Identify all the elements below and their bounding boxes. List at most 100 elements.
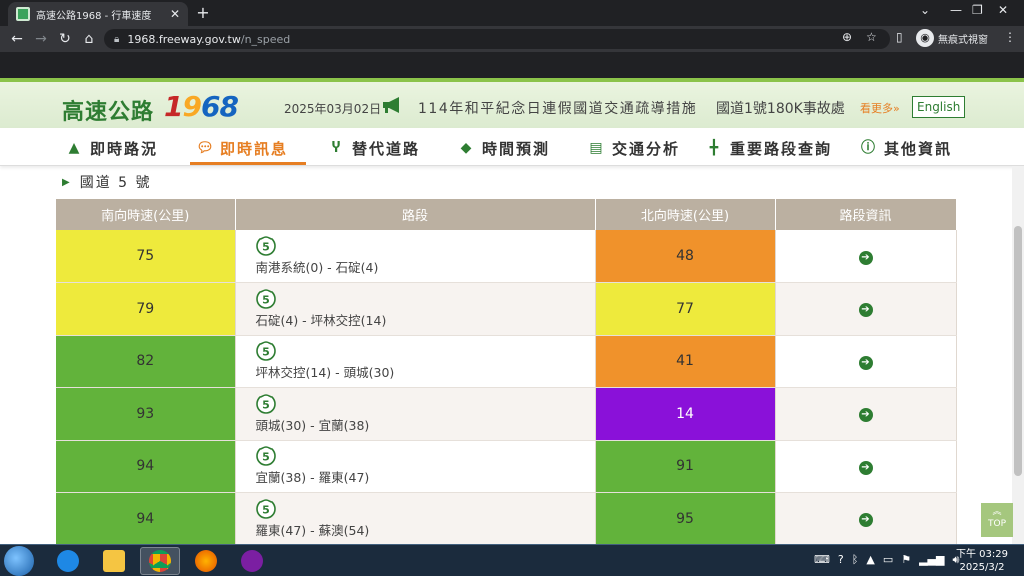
new-tab-icon[interactable]: + [194,3,212,22]
nav-item-time-prediction[interactable]: ◆ 時間預測 [458,136,550,160]
info-icon: ⓘ [861,140,877,156]
table-header-row: 南向時速(公里) 路段 北向時速(公里) 路段資訊 [56,199,957,230]
news-ticker-item[interactable]: 114年和平紀念日連假國道交通疏導措施 [418,98,697,118]
back-icon[interactable]: ← [8,30,26,48]
segment-name: 頭城(30) - 宜蘭(38) [255,417,370,433]
news-date: 2025年03月02日 [284,102,382,116]
close-tab-icon[interactable]: ✕ [170,7,180,21]
segment-name: 坪林交控(14) - 頭城(30) [255,365,395,381]
firefox-icon [195,550,217,572]
arrow-right-circle-icon[interactable]: ➔ [858,355,873,370]
nav-item-traffic-analysis[interactable]: ▤ 交通分析 [588,136,680,160]
south-speed-cell: 79 [56,282,236,336]
home-icon[interactable]: ⌂ [80,30,98,48]
restore-icon[interactable]: ❐ [972,0,983,20]
keyboard-icon[interactable]: ⌨ [814,553,830,567]
more-news-link[interactable]: 看更多» [860,100,900,116]
table-row: 82 5 坪林交控(14) - 頭城(30) 41 ➔ [56,335,957,388]
south-speed-cell: 93 [56,387,236,441]
english-button[interactable]: English [912,96,966,118]
nav-label: 即時路況 [90,139,159,158]
logo-digit: 1 [164,90,184,123]
incognito-profile[interactable]: ◉ 無痕式視窗 [916,29,988,47]
close-window-icon[interactable]: ✕ [998,0,1008,20]
flag-icon[interactable]: ⚑ [901,553,911,567]
browser-tab[interactable]: 高速公路1968 - 行車速度 ✕ [8,2,188,26]
show-hidden-icons-icon[interactable]: ▲ [866,553,874,567]
main-nav: ▲ 即時路況 💬︎ 即時訊息 Ⴤ 替代道路 ◆ 時間預測 ▤ 交通分析 ╋ 重要路段查詢 ⓘ… [0,128,1024,166]
nav-item-realtime-traffic[interactable]: ▲ 即時路況 [66,136,158,160]
taskbar-app[interactable] [232,547,272,575]
address-bar[interactable]: 🔒︎ 1968.freeway.gov.tw/n_speed [104,29,890,49]
freeway-badge-icon: 5 [255,446,276,467]
north-speed-cell: 48 [595,230,776,283]
nav-label: 其他資訊 [884,139,953,158]
side-panel-icon[interactable]: ▯ [896,30,903,44]
segment-cell: 5 坪林交控(14) - 頭城(30) [235,335,596,388]
clock-date: 2025/3/2 [959,562,1005,573]
nav-item-other-info[interactable]: ⓘ 其他資訊 [860,136,952,160]
tab-search-icon[interactable]: ⌄ [920,0,930,20]
taskbar-explorer[interactable] [94,547,134,575]
arrow-right-circle-icon[interactable]: ➔ [858,513,873,528]
folder-icon [103,550,125,572]
nav-label: 即時訊息 [220,139,289,158]
clock-time: 下午 03:29 [956,549,1008,560]
chrome-icon [149,550,171,572]
nav-item-key-section-query[interactable]: ╋ 重要路段查詢 [706,136,832,160]
network-icon[interactable]: ▂▄▆ [919,553,944,567]
incognito-icon: ◉ [916,29,934,47]
taskbar-ie[interactable] [48,547,88,575]
freeway-badge-icon: 5 [255,498,276,519]
north-speed-cell: 14 [595,387,776,441]
help-icon[interactable]: ? [838,553,844,567]
taskbar-chrome[interactable] [140,547,180,575]
system-tray: ⌨ ? ᛒ ▲ ▭ ⚑ ▂▄▆ 🔊︎ [814,553,959,567]
arrow-right-circle-icon[interactable]: ➔ [858,303,873,318]
reload-icon[interactable]: ↻ [56,30,74,48]
segment-info-cell: ➔ [775,282,957,336]
bookmark-star-icon[interactable]: ☆ [866,30,877,44]
app-icon [241,550,263,572]
road-icon: ▲ [68,140,82,156]
start-button-icon[interactable] [4,546,34,576]
nav-item-alternate-routes[interactable]: Ⴤ 替代道路 [328,136,420,160]
arrow-right-circle-icon[interactable]: ➔ [858,408,873,423]
bluetooth-icon[interactable]: ᛒ [852,553,859,567]
segment-cell: 5 宜蘭(38) - 羅東(47) [235,440,596,493]
south-speed-cell: 94 [56,492,236,546]
column-header: 路段 [235,199,596,230]
logo-digit: 6 [200,90,221,123]
back-to-top-button[interactable]: ︽ TOP [981,503,1013,537]
nav-item-realtime-messages[interactable]: 💬︎ 即時訊息 [196,136,288,160]
site-logo-number[interactable]: 1968 [164,90,239,123]
news-ticker-item[interactable]: 國道1號180K事故處 [716,98,845,118]
scrollbar-thumb[interactable] [1014,226,1022,476]
nav-label: 重要路段查詢 [730,139,833,158]
segment-name: 宜蘭(38) - 羅東(47) [255,470,370,486]
column-header: 路段資訊 [775,199,957,230]
freeway-badge-number: 5 [262,293,270,306]
arrow-right-circle-icon[interactable]: ➔ [858,460,873,475]
freeway-badge-number: 5 [262,451,270,464]
taskbar-clock[interactable]: 下午 03:29 2025/3/2 [956,548,1008,574]
site-logo-text[interactable]: 高速公路 [62,94,154,126]
freeway-badge-icon: 5 [255,393,276,414]
arrow-right-circle-icon[interactable]: ➔ [858,250,873,265]
menu-kebab-icon[interactable]: ⋮ [1004,30,1016,44]
forward-icon[interactable]: → [32,30,50,48]
chevron-up-icon: ︽ [992,507,1002,517]
monitor-icon[interactable]: ▭ [883,553,893,567]
speed-table: 南向時速(公里) 路段 北向時速(公里) 路段資訊 75 5 南港系統(0) - 石… [56,199,957,546]
triangle-bullet-icon: ▶ [62,176,72,188]
taskbar-firefox[interactable] [186,547,226,575]
segment-info-cell: ➔ [775,492,957,546]
lock-icon: 🔒︎ [114,33,120,45]
freeway-badge-icon: 5 [255,288,276,309]
segment-name: 石碇(4) - 坪林交控(14) [255,312,387,328]
minimize-icon[interactable]: — [950,0,962,20]
zoom-icon[interactable]: ⊕ [842,30,852,44]
diamond-arrow-icon: ◆ [460,140,474,156]
north-speed-cell: 41 [595,335,776,388]
segment-cell: 5 頭城(30) - 宜蘭(38) [235,387,596,441]
